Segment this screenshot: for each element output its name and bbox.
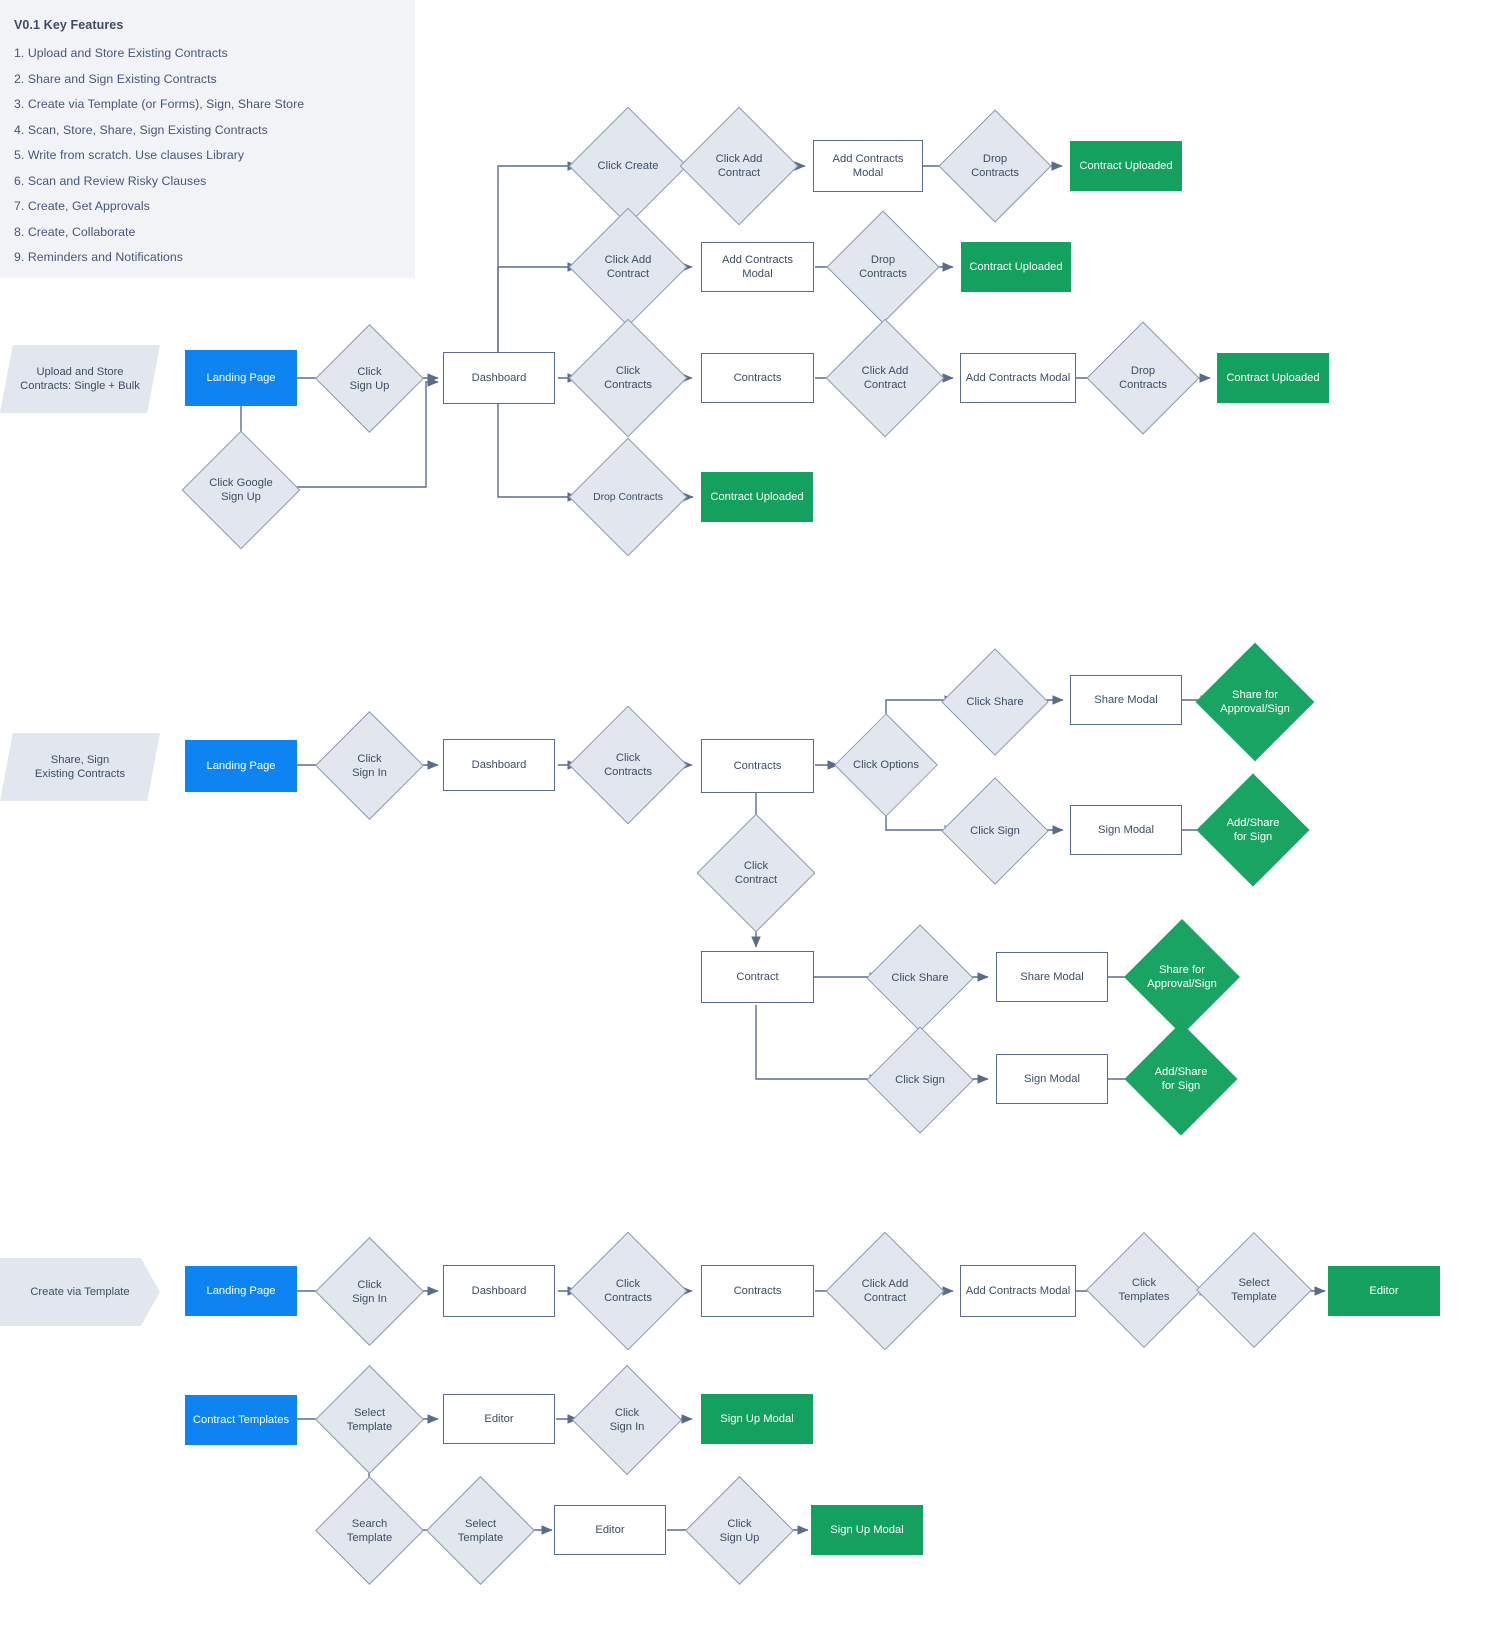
feature-item: 3. Create via Template (or Forms), Sign,…	[14, 97, 305, 111]
node-contract-uploaded: Contract Uploaded	[701, 472, 813, 522]
node-share-for-approval-sign: Share for Approval/Sign	[1124, 919, 1240, 1035]
node-click-add-contract[interactable]: Click Add Contract	[568, 207, 688, 327]
node-drop-contracts[interactable]: Drop Contracts	[938, 109, 1052, 223]
node-click-add-contract[interactable]: Click Add Contract	[825, 1231, 945, 1351]
node-contracts[interactable]: Contracts	[701, 739, 814, 793]
node-sign-up-modal: Sign Up Modal	[701, 1394, 813, 1444]
feature-item: 4. Scan, Store, Share, Sign Existing Con…	[14, 122, 268, 137]
node-click-options[interactable]: Click Options	[834, 713, 938, 817]
node-select-template[interactable]: Select Template	[1196, 1232, 1312, 1348]
node-add-contracts-modal[interactable]: Add Contracts Modal	[701, 242, 814, 292]
feature-item: 7. Create, Get Approvals	[14, 199, 150, 213]
node-contract-templates[interactable]: Contract Templates	[185, 1395, 297, 1445]
node-click-share[interactable]: Click Share	[866, 924, 974, 1032]
node-editor[interactable]: Editor	[443, 1394, 555, 1444]
node-contract-uploaded: Contract Uploaded	[961, 242, 1071, 292]
node-contracts[interactable]: Contracts	[701, 1265, 814, 1317]
node-click-sign-in[interactable]: Click Sign In	[315, 1237, 424, 1346]
node-contracts[interactable]: Contracts	[701, 353, 814, 403]
feature-item: 6. Scan and Review Risky Clauses	[14, 173, 207, 188]
node-click-sign-up[interactable]: Click Sign Up	[685, 1476, 794, 1585]
node-sign-modal[interactable]: Sign Modal	[996, 1054, 1108, 1104]
node-click-templates[interactable]: Click Templates	[1086, 1232, 1202, 1348]
node-click-sign-in[interactable]: Click Sign In	[571, 1364, 683, 1476]
node-dashboard[interactable]: Dashboard	[443, 352, 555, 404]
node-add-contracts-modal[interactable]: Add Contracts Modal	[813, 140, 923, 192]
feature-item: 8. Create, Collaborate	[14, 224, 136, 239]
node-contract-uploaded: Contract Uploaded	[1217, 353, 1329, 403]
node-contract[interactable]: Contract	[701, 951, 814, 1003]
node-click-add-contract[interactable]: Click Add Contract	[679, 106, 799, 226]
node-click-contract[interactable]: Click Contract	[696, 813, 816, 933]
flow-start-create-via-template: Create via Template	[0, 1258, 160, 1326]
node-landing-page[interactable]: Landing Page	[185, 740, 297, 792]
feature-item: 5. Write from scratch. Use clauses Libra…	[14, 148, 245, 162]
node-click-contracts[interactable]: Click Contracts	[568, 318, 688, 438]
node-sign-modal[interactable]: Sign Modal	[1070, 805, 1182, 855]
node-click-contracts[interactable]: Click Contracts	[568, 705, 688, 825]
node-drop-contracts[interactable]: Drop Contracts	[1086, 321, 1200, 435]
node-click-google-sign-up[interactable]: Click Google Sign Up	[181, 430, 301, 550]
flow-start-upload-store: Upload and Store Contracts: Single + Bul…	[0, 345, 160, 413]
flow-start-share-sign: Share, Sign Existing Contracts	[0, 733, 160, 801]
node-click-contracts[interactable]: Click Contracts	[568, 1231, 688, 1351]
node-landing-page[interactable]: Landing Page	[185, 350, 297, 406]
node-click-sign[interactable]: Click Sign	[866, 1026, 974, 1134]
node-search-template[interactable]: Search Template	[315, 1476, 424, 1585]
key-features-title: V0.1 Key Features	[14, 18, 124, 32]
node-landing-page[interactable]: Landing Page	[185, 1266, 297, 1316]
node-dashboard[interactable]: Dashboard	[443, 739, 555, 791]
node-add-share-for-sign: Add/Share for Sign	[1196, 773, 1310, 887]
node-click-sign-in[interactable]: Click Sign In	[315, 711, 424, 820]
node-share-for-approval-sign: Share for Approval/Sign	[1195, 642, 1315, 762]
node-click-sign[interactable]: Click Sign	[941, 777, 1049, 885]
node-select-template[interactable]: Select Template	[315, 1365, 424, 1474]
node-share-modal[interactable]: Share Modal	[1070, 675, 1182, 725]
node-click-share[interactable]: Click Share	[941, 648, 1049, 756]
node-add-contracts-modal[interactable]: Add Contracts Modal	[960, 353, 1076, 403]
feature-item: 9. Reminders and Notifications	[14, 250, 183, 264]
node-drop-contracts[interactable]: Drop Contracts	[826, 210, 940, 324]
node-editor: Editor	[1328, 1266, 1440, 1316]
node-click-sign-up[interactable]: Click Sign Up	[315, 324, 424, 433]
node-sign-up-modal: Sign Up Modal	[811, 1505, 923, 1555]
node-share-modal[interactable]: Share Modal	[996, 952, 1108, 1002]
node-editor[interactable]: Editor	[554, 1505, 666, 1555]
node-drop-contracts[interactable]: Drop Contracts	[568, 437, 688, 557]
feature-item: 2. Share and Sign Existing Contracts	[14, 71, 217, 86]
flowchart-canvas: V0.1 Key Features 1. Upload and Store Ex…	[0, 0, 1500, 1633]
node-click-create[interactable]: Click Create	[568, 106, 688, 226]
node-select-template[interactable]: Select Template	[426, 1476, 535, 1585]
node-add-contracts-modal[interactable]: Add Contracts Modal	[960, 1265, 1076, 1317]
node-contract-uploaded: Contract Uploaded	[1070, 141, 1182, 191]
node-dashboard[interactable]: Dashboard	[443, 1265, 555, 1317]
key-features-panel: V0.1 Key Features 1. Upload and Store Ex…	[0, 0, 415, 278]
node-add-share-for-sign: Add/Share for Sign	[1124, 1022, 1238, 1136]
feature-item: 1. Upload and Store Existing Contracts	[14, 46, 228, 60]
node-click-add-contract[interactable]: Click Add Contract	[825, 318, 945, 438]
